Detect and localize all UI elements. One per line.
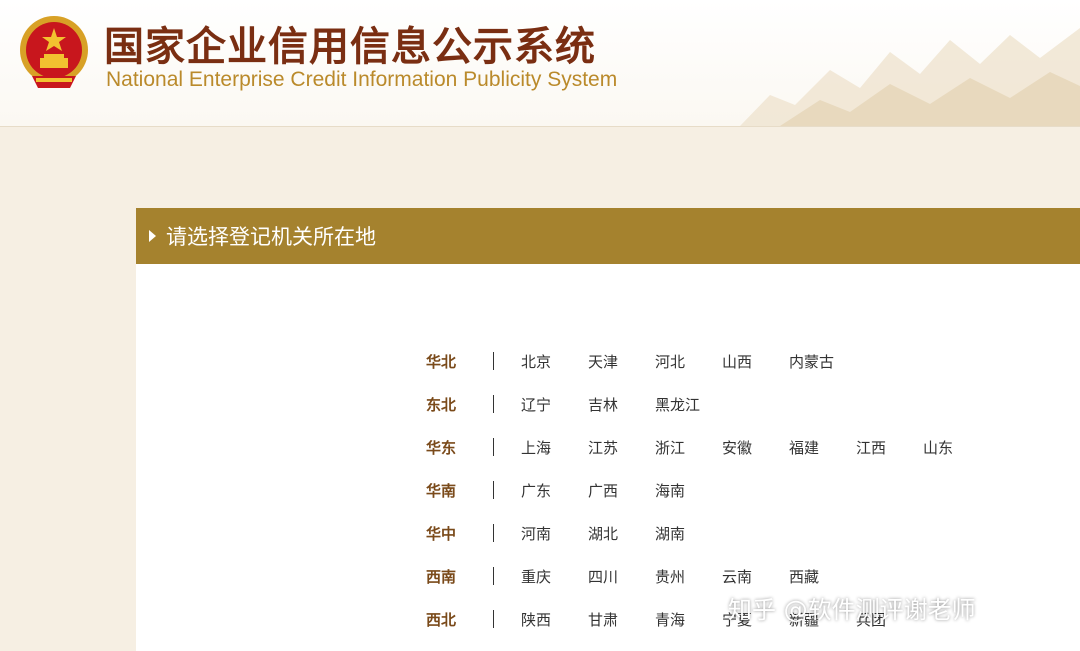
city-link[interactable]: 河北: [655, 351, 722, 372]
city-link[interactable]: 西藏: [789, 566, 856, 587]
city-link[interactable]: 湖北: [588, 523, 655, 544]
city-link[interactable]: 甘肃: [588, 609, 655, 630]
region-label: 西南: [426, 568, 457, 586]
site-title-chinese: 国家企业信用信息公示系统: [104, 24, 596, 70]
city-link[interactable]: 江西: [856, 437, 923, 458]
region-label: 华东: [426, 439, 457, 457]
city-link[interactable]: 陕西: [521, 609, 588, 630]
city-link[interactable]: 海南: [655, 480, 722, 501]
city-link[interactable]: 天津: [588, 351, 655, 372]
region-row: 华东 上海 江苏 浙江 安徽 福建 江西 山东: [426, 437, 1046, 480]
city-links: 广东 广西 海南: [521, 480, 722, 501]
region-label: 华南: [426, 482, 457, 500]
region-row: 华北 北京 天津 河北 山西 内蒙古: [426, 351, 1046, 394]
city-link[interactable]: 湖南: [655, 523, 722, 544]
national-emblem-icon: [20, 16, 88, 88]
city-link[interactable]: 吉林: [588, 394, 655, 415]
city-link[interactable]: 云南: [722, 566, 789, 587]
city-links: 河南 湖北 湖南: [521, 523, 722, 544]
city-link[interactable]: 青海: [655, 609, 722, 630]
city-link[interactable]: 安徽: [722, 437, 789, 458]
region-separator: [493, 567, 494, 585]
city-link[interactable]: 河南: [521, 523, 588, 544]
region-separator: [493, 352, 494, 370]
site-title-english: National Enterprise Credit Information P…: [106, 68, 618, 91]
region-separator: [493, 481, 494, 499]
city-links: 辽宁 吉林 黑龙江: [521, 394, 722, 415]
region-label: 东北: [426, 396, 457, 414]
city-link[interactable]: 广东: [521, 480, 588, 501]
region-separator: [493, 524, 494, 542]
city-link[interactable]: 广西: [588, 480, 655, 501]
city-link[interactable]: 四川: [588, 566, 655, 587]
page: 国家企业信用信息公示系统 National Enterprise Credit …: [0, 0, 1080, 651]
region-separator: [493, 610, 494, 628]
mountain-decoration: [740, 28, 1080, 126]
region-separator: [493, 395, 494, 413]
city-link[interactable]: 重庆: [521, 566, 588, 587]
city-link[interactable]: 上海: [521, 437, 588, 458]
triangle-right-icon: [149, 230, 156, 242]
city-link[interactable]: 辽宁: [521, 394, 588, 415]
site-header: 国家企业信用信息公示系统 National Enterprise Credit …: [0, 0, 1080, 127]
city-link[interactable]: 山西: [722, 351, 789, 372]
city-link[interactable]: 黑龙江: [655, 394, 722, 415]
region-row: 华中 河南 湖北 湖南: [426, 523, 1046, 566]
city-links: 重庆 四川 贵州 云南 西藏: [521, 566, 856, 587]
city-link[interactable]: 北京: [521, 351, 588, 372]
region-label: 华中: [426, 525, 457, 543]
region-row: 华南 广东 广西 海南: [426, 480, 1046, 523]
region-label: 华北: [426, 353, 457, 371]
city-link[interactable]: 内蒙古: [789, 351, 856, 372]
region-label: 西北: [426, 611, 457, 629]
watermark: 知乎 @软件测评谢老师: [728, 596, 976, 624]
city-link[interactable]: 浙江: [655, 437, 722, 458]
city-link[interactable]: 江苏: [588, 437, 655, 458]
city-link[interactable]: 山东: [923, 437, 990, 458]
city-link[interactable]: 福建: [789, 437, 856, 458]
panel-title: 请选择登记机关所在地: [166, 225, 376, 249]
region-separator: [493, 438, 494, 456]
panel-header: 请选择登记机关所在地: [136, 208, 1080, 264]
city-links: 上海 江苏 浙江 安徽 福建 江西 山东: [521, 437, 990, 458]
region-select-panel: 请选择登记机关所在地 华北 北京 天津 河北 山西 内蒙古东北 辽宁 吉林 黑龙江华东 上海 江苏浙…: [136, 208, 1080, 651]
city-links: 北京 天津 河北 山西 内蒙古: [521, 351, 856, 372]
city-link[interactable]: 贵州: [655, 566, 722, 587]
region-row: 东北 辽宁 吉林 黑龙江: [426, 394, 1046, 437]
